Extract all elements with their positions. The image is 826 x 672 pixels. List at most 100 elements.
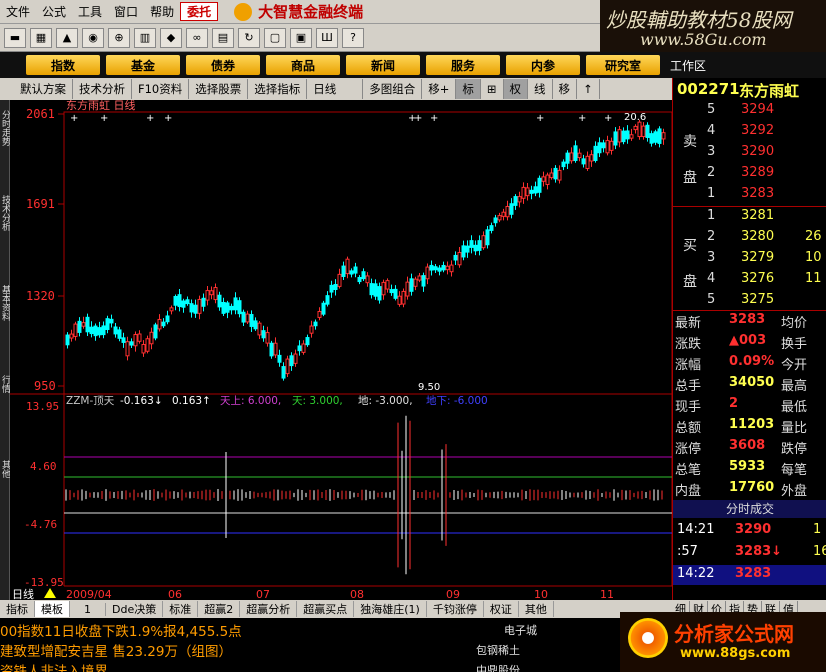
ticker-line-3[interactable]: 资铁人非法入境界 <box>0 660 108 672</box>
up-arrow-icon[interactable]: ▲ <box>56 27 78 48</box>
choose-stock-button[interactable]: 选择股票 <box>189 79 249 99</box>
stat-row[interactable]: 涨跌 ▲003 换手 <box>673 333 826 353</box>
ticker-mid-1[interactable]: 电子城 <box>504 622 537 638</box>
stat-row[interactable]: 总手 34050 最高 <box>673 375 826 395</box>
stat-row[interactable]: 最新 3283 均价 <box>673 312 826 332</box>
shift-button[interactable]: 移 <box>553 79 578 99</box>
tab-chaoying-buy[interactable]: 超赢买点 <box>297 601 355 617</box>
nav-insider-button[interactable]: 内参 <box>506 55 580 75</box>
ticks-title[interactable]: 分时成交 <box>673 500 826 518</box>
stat-label: 总手 <box>675 379 702 394</box>
rights-button[interactable]: 权 <box>503 79 529 99</box>
nav-news-button[interactable]: 新闻 <box>346 55 420 75</box>
ticker-icon[interactable]: ▬ <box>4 27 26 48</box>
grid-icon[interactable]: ▦ <box>30 27 52 48</box>
ask-row[interactable]: 2 3289 <box>673 165 826 185</box>
monitor-icon[interactable]: ▣ <box>290 27 312 48</box>
tab-indicator[interactable]: 指标 <box>0 601 35 617</box>
book-icon[interactable]: ▤ <box>212 27 234 48</box>
line-button[interactable]: 线 <box>528 79 553 99</box>
move-button[interactable]: 移+ <box>422 79 457 99</box>
entrust-button[interactable]: 委托 <box>180 2 219 21</box>
date-label-1: 06 <box>168 588 182 600</box>
period-select[interactable]: 日线 <box>307 79 364 99</box>
stat-row[interactable]: 内盘 17760 外盘 <box>673 480 826 500</box>
multi-chart-select[interactable]: 多图组合 <box>363 79 423 99</box>
ticker-line-2[interactable]: 建致型增配安吉星 售23.29万（组图） <box>0 640 232 660</box>
ask-row[interactable]: 1 3283 <box>673 186 826 206</box>
news-ticker[interactable]: 00指数11日收盘下跌1.9%报4,455.5点 建致型增配安吉星 售23.29… <box>0 618 620 672</box>
quick-nav-bar: 指数 基金 债券 商品 新闻 服务 内参 研究室 工作区 <box>0 52 826 78</box>
tab-warrant[interactable]: 权证 <box>484 601 519 617</box>
stat-row[interactable]: 涨幅 0.09% 今开 <box>673 354 826 374</box>
binoculars-icon[interactable]: ◉ <box>82 27 104 48</box>
chart-icon[interactable]: ▥ <box>134 27 156 48</box>
tab-1[interactable]: 1 <box>70 602 106 616</box>
candle-body <box>381 281 386 296</box>
bid-row[interactable]: 2 3280 26 <box>673 229 826 249</box>
crosshair-button[interactable]: ⊞ <box>481 79 504 99</box>
bid-row[interactable]: 3 3279 10 <box>673 250 826 270</box>
refresh-icon[interactable]: ↻ <box>238 27 260 48</box>
help-icon[interactable]: ? <box>342 27 364 48</box>
stat-row[interactable]: 涨停 3608 跌停 <box>673 438 826 458</box>
tech-analysis-select[interactable]: 技术分析 <box>73 79 132 99</box>
ticker-mid-3[interactable]: 中鼎股份 <box>476 662 520 672</box>
tick-row[interactable]: :57 3283↓ 16 <box>673 544 826 564</box>
menu-help[interactable]: 帮助 <box>144 3 180 20</box>
candle-body <box>557 169 562 181</box>
tab-other[interactable]: 其他 <box>519 601 554 617</box>
nav-service-button[interactable]: 服务 <box>426 55 500 75</box>
menu-formula[interactable]: 公式 <box>36 3 72 20</box>
nav-commodity-button[interactable]: 商品 <box>266 55 340 75</box>
menu-tools[interactable]: 工具 <box>72 3 108 20</box>
tab-duhai[interactable]: 独海雄庄(1) <box>354 601 427 617</box>
link-icon[interactable]: ∞ <box>186 27 208 48</box>
warning-icon[interactable]: ◆ <box>160 27 182 48</box>
stat-row[interactable]: 现手 2 最低 <box>673 396 826 416</box>
network-icon[interactable]: ⊕ <box>108 27 130 48</box>
tab-standard[interactable]: 标准 <box>163 601 199 617</box>
ask-row[interactable]: 5 3294 <box>673 102 826 122</box>
tab-template[interactable]: 模板 <box>35 601 70 617</box>
nav-fund-button[interactable]: 基金 <box>106 55 180 75</box>
kline-chart[interactable]: 2061 1691 1320 950 东方雨虹 日线 + + + + ++ + + + + 20… <box>0 100 672 600</box>
stat-row[interactable]: 总额 11203 量比 <box>673 417 826 437</box>
ticker-line-1[interactable]: 00指数11日收盘下跌1.9%报4,455.5点 <box>0 620 242 640</box>
nav-research-button[interactable]: 研究室 <box>586 55 660 75</box>
ask-row[interactable]: 4 3292 <box>673 123 826 143</box>
up-button[interactable]: ↑ <box>577 79 600 99</box>
bid-volume: 11 <box>805 271 822 286</box>
tick-row[interactable]: 14:22 3283 <box>673 566 826 586</box>
bid-row[interactable]: 1 3281 <box>673 208 826 228</box>
scheme-select[interactable]: 默认方案 <box>14 79 73 99</box>
bid-row[interactable]: 5 3275 <box>673 292 826 312</box>
bars-icon[interactable]: Ш <box>316 27 338 48</box>
candle-body <box>253 320 258 330</box>
bid-row[interactable]: 4 3276 11 <box>673 271 826 291</box>
stat-row[interactable]: 总笔 5933 每笔 <box>673 459 826 479</box>
candle-body <box>621 130 626 143</box>
choose-indicator-button[interactable]: 选择指标 <box>248 79 308 99</box>
ask-row[interactable]: 3 3290 <box>673 144 826 164</box>
workarea-label[interactable]: 工作区 <box>670 57 706 74</box>
f10-button[interactable]: F10资料 <box>132 79 190 99</box>
candle-body <box>521 186 526 199</box>
menu-window[interactable]: 窗口 <box>108 3 144 20</box>
tick-row[interactable]: 14:21 3290 1 <box>673 522 826 542</box>
tab-chaoying2[interactable]: 超赢2 <box>198 601 241 617</box>
tab-dde[interactable]: Dde决策 <box>106 601 164 617</box>
candle-body <box>461 245 466 258</box>
period-label[interactable]: 日线 <box>12 587 34 600</box>
tab-chaoying-analysis[interactable]: 超赢分析 <box>240 601 298 617</box>
menu-file[interactable]: 文件 <box>0 3 36 20</box>
tab-qianjun[interactable]: 千钧涨停 <box>427 601 484 617</box>
ticker-mid-2[interactable]: 包钢稀土 <box>476 642 520 658</box>
candle-body <box>353 266 358 274</box>
nav-bond-button[interactable]: 债券 <box>186 55 260 75</box>
mark-button[interactable]: 标 <box>456 79 481 99</box>
window-icon[interactable]: ▢ <box>264 27 286 48</box>
nav-index-button[interactable]: 指数 <box>26 55 100 75</box>
candle-body <box>513 196 518 206</box>
bid-price: 3275 <box>741 292 775 307</box>
